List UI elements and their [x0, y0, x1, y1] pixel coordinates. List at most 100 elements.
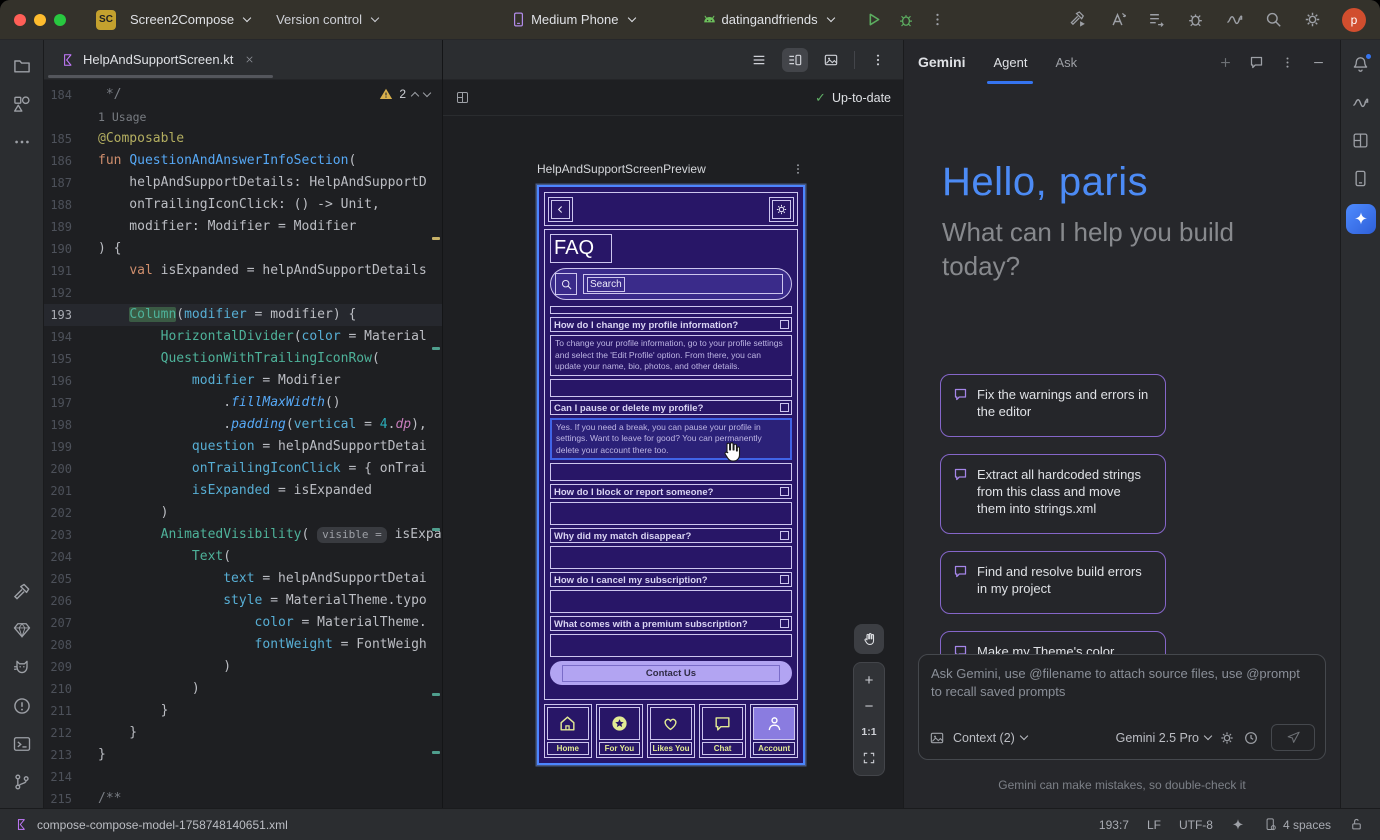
build-tool-button[interactable] — [6, 576, 38, 608]
device-mirroring-button[interactable] — [1345, 86, 1377, 118]
version-control-menu[interactable]: Version control — [270, 8, 384, 31]
nav-item[interactable]: Account — [750, 704, 798, 758]
run-button[interactable] — [864, 10, 883, 29]
zoom-window-button[interactable] — [54, 14, 66, 26]
code-line[interactable]: 186 fun QuestionAndAnswerInfoSection( — [44, 150, 442, 172]
faq-block[interactable]: Why did my match disappear? — [550, 528, 792, 543]
settings-gear-button[interactable] — [769, 197, 794, 222]
faq-block[interactable]: What comes with a premium subscription? — [550, 616, 792, 631]
resource-manager-tool-button[interactable] — [6, 88, 38, 120]
expand-toggle-icon[interactable] — [780, 575, 789, 584]
gemini-prompt-input[interactable]: Ask Gemini, use @filename to attach sour… — [918, 654, 1326, 760]
tab-scrollbar-thumb[interactable] — [48, 75, 273, 78]
code-area[interactable]: 184 */ 1 Usage 185 @Composable — [44, 80, 442, 808]
attach-image-icon[interactable] — [929, 730, 945, 746]
suggestion-card[interactable]: Fix the warnings and errors in the edito… — [940, 374, 1166, 437]
layout-inspector-button[interactable] — [1345, 124, 1377, 156]
previous-warning-icon[interactable] — [411, 91, 419, 99]
code-line[interactable]: 210 ) — [44, 678, 442, 700]
inspection-widget[interactable]: 2 — [379, 87, 430, 101]
code-line[interactable]: 189 modifier: Modifier = Modifier — [44, 216, 442, 238]
todo-list-button[interactable] — [1147, 10, 1166, 29]
build-project-button[interactable] — [1069, 10, 1088, 29]
zoom-out-button[interactable]: − — [854, 693, 884, 719]
faq-block[interactable] — [550, 590, 792, 613]
suggestion-card[interactable]: Find and resolve build errors in my proj… — [940, 551, 1166, 614]
faq-block[interactable] — [550, 502, 792, 525]
panel-options-icon[interactable] — [1280, 55, 1295, 70]
app-quality-insights-tool-button[interactable] — [6, 614, 38, 646]
code-line[interactable]: 203 AnimatedVisibility( visible = isExpa… — [44, 524, 442, 546]
new-chat-icon[interactable] — [1218, 55, 1233, 70]
search-input[interactable]: Search — [583, 274, 783, 294]
run-configuration-selector[interactable]: datingandfriends — [695, 7, 840, 32]
next-warning-icon[interactable] — [423, 88, 431, 96]
layout-mode-icon[interactable] — [455, 90, 470, 105]
code-line[interactable]: 1 Usage — [44, 106, 442, 128]
zoom-in-button[interactable]: + — [854, 667, 884, 693]
context-dropdown[interactable]: Context (2) — [953, 731, 1027, 745]
close-window-button[interactable] — [14, 14, 26, 26]
close-tab-icon[interactable] — [244, 54, 255, 65]
contact-us-button[interactable]: Contact Us — [550, 661, 792, 685]
gemini-status-icon[interactable] — [1231, 818, 1245, 832]
code-line[interactable]: 193 Column(modifier = modifier) { — [44, 304, 442, 326]
more-actions-button[interactable] — [929, 11, 946, 28]
code-line[interactable]: 196 modifier = Modifier — [44, 370, 442, 392]
logcat-tool-button[interactable] — [6, 652, 38, 684]
code-line[interactable]: 199 question = helpAndSupportDetai — [44, 436, 442, 458]
suggestion-card[interactable]: Extract all hardcoded strings from this … — [940, 454, 1166, 534]
code-line[interactable]: 213 } — [44, 744, 442, 766]
faq-block[interactable] — [550, 306, 792, 314]
search-bar[interactable]: Search — [550, 268, 792, 300]
faq-block[interactable]: How do I change my profile information? — [550, 317, 792, 332]
faq-block[interactable]: Can I pause or delete my profile? — [550, 400, 792, 415]
line-ending-indicator[interactable]: LF — [1147, 818, 1161, 832]
code-line[interactable]: 187 helpAndSupportDetails: HelpAndSuppor… — [44, 172, 442, 194]
code-line[interactable]: 211 } — [44, 700, 442, 722]
code-inspection-button[interactable] — [1108, 10, 1127, 29]
code-line[interactable]: 194 HorizontalDivider(color = Material — [44, 326, 442, 348]
phone-preview[interactable]: FAQ Search — [537, 185, 805, 765]
tab-agent[interactable]: Agent — [993, 40, 1027, 84]
prompt-settings-icon[interactable] — [1219, 730, 1235, 746]
split-view-button[interactable] — [782, 48, 808, 72]
code-line[interactable]: 188 onTrailingIconClick: () -> Unit, — [44, 194, 442, 216]
code-line[interactable]: 208 fontWeight = FontWeigh — [44, 634, 442, 656]
code-line[interactable]: 192 — [44, 282, 442, 304]
nav-item[interactable]: Chat — [699, 704, 747, 758]
expand-toggle-icon[interactable] — [780, 487, 789, 496]
faq-block[interactable] — [550, 379, 792, 397]
code-line[interactable]: 206 style = MaterialTheme.typo — [44, 590, 442, 612]
nav-item[interactable]: Likes You — [647, 704, 695, 758]
nav-item[interactable]: For You — [596, 704, 644, 758]
search-everywhere-button[interactable] — [1264, 10, 1283, 29]
notifications-button[interactable] — [1345, 48, 1377, 80]
expand-toggle-icon[interactable] — [780, 320, 789, 329]
zoom-to-fit-button[interactable] — [854, 745, 884, 771]
code-line[interactable]: 191 val isExpanded = helpAndSupportDetai… — [44, 260, 442, 282]
code-line[interactable]: 214 — [44, 766, 442, 788]
code-line[interactable]: 207 color = MaterialTheme. — [44, 612, 442, 634]
terminal-tool-button[interactable] — [6, 728, 38, 760]
code-line[interactable]: 205 text = helpAndSupportDetai — [44, 568, 442, 590]
code-line[interactable]: 215 /** — [44, 788, 442, 808]
profiler-button[interactable] — [1225, 10, 1244, 29]
zoom-actual-size-button[interactable]: 1:1 — [854, 719, 884, 745]
preview-menu-button[interactable] — [865, 48, 891, 72]
code-line[interactable]: 197 .fillMaxWidth() — [44, 392, 442, 414]
pan-tool-button[interactable] — [854, 624, 884, 654]
project-tool-button[interactable] — [6, 50, 38, 82]
code-line[interactable]: 212 } — [44, 722, 442, 744]
encoding-indicator[interactable]: UTF-8 — [1179, 818, 1213, 832]
problems-tool-button[interactable] — [6, 690, 38, 722]
minimize-window-button[interactable] — [34, 14, 46, 26]
code-line[interactable]: 201 isExpanded = isExpanded — [44, 480, 442, 502]
settings-button[interactable] — [1303, 10, 1322, 29]
faq-block[interactable] — [550, 463, 792, 481]
status-file-name[interactable]: compose-compose-model-1758748140651.xml — [37, 818, 288, 832]
faq-block[interactable]: How do I block or report someone? — [550, 484, 792, 499]
preview-item-menu-icon[interactable] — [791, 162, 805, 176]
model-dropdown[interactable]: Gemini 2.5 Pro — [1116, 731, 1211, 745]
version-control-tool-button[interactable] — [6, 766, 38, 798]
